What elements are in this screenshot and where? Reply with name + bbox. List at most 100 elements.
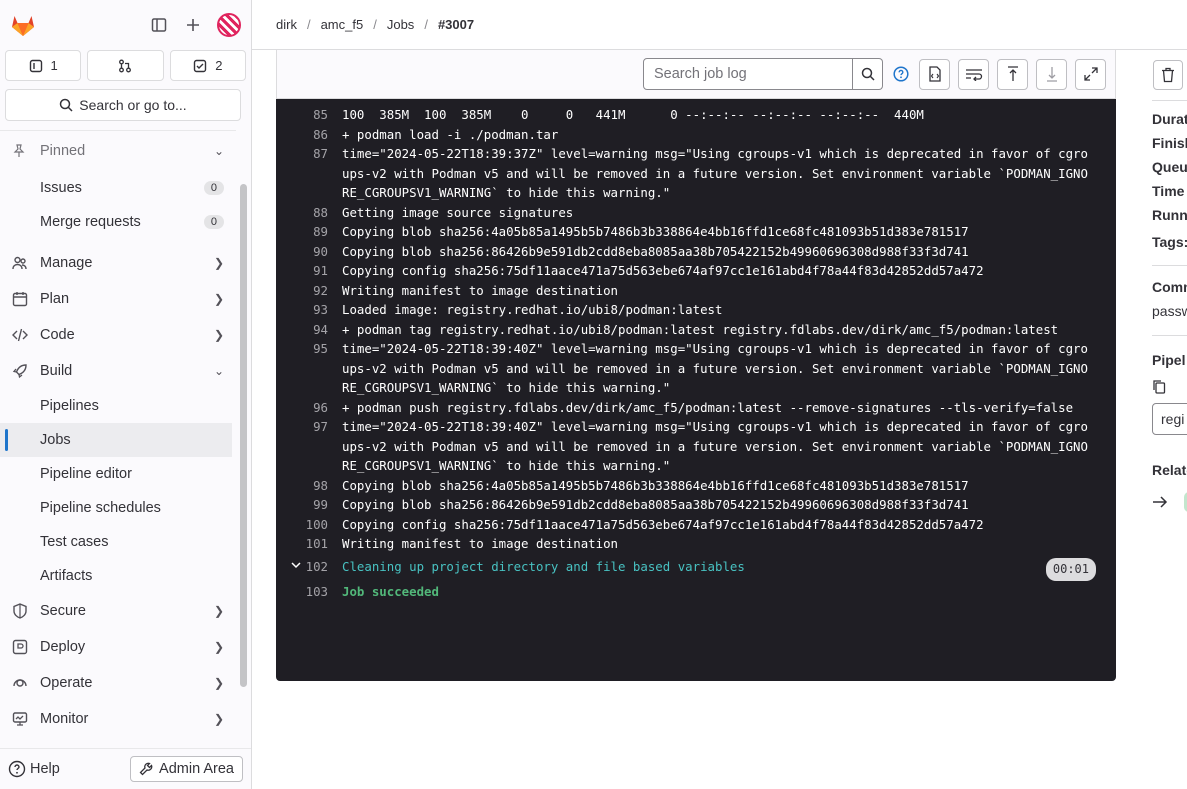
log-line: 96 + podman push registry.fdlabs.dev/dirk… bbox=[276, 398, 1116, 418]
sidebar-scrollbar[interactable] bbox=[240, 184, 247, 687]
chevron-right-icon: ❯ bbox=[213, 292, 224, 306]
code-icon bbox=[12, 327, 30, 343]
line-text: Copying blob sha256:86426b9e591db2cdd8eb… bbox=[342, 497, 969, 512]
sidebar-item-merge-requests[interactable]: Merge requests 0 bbox=[0, 205, 236, 239]
search-icon bbox=[60, 98, 73, 112]
sidebar-item-monitor[interactable]: Monitor ❯ bbox=[0, 701, 236, 737]
plus-icon[interactable] bbox=[183, 15, 203, 35]
sidebar-item-code[interactable]: Code ❯ bbox=[0, 317, 236, 353]
sidebar-item-plan[interactable]: Plan ❯ bbox=[0, 281, 236, 317]
line-number[interactable]: 90 bbox=[276, 242, 342, 262]
pipeline-stage-select[interactable]: regi bbox=[1152, 403, 1187, 435]
line-number[interactable]: 101 bbox=[276, 534, 342, 554]
log-section-line[interactable]: 102 Cleaning up project directory and fi… bbox=[276, 557, 1116, 581]
line-number[interactable]: 85 bbox=[276, 105, 342, 125]
line-number[interactable]: 89 bbox=[276, 222, 342, 242]
chevron-down-icon[interactable] bbox=[290, 557, 302, 577]
log-help-icon[interactable] bbox=[891, 66, 911, 82]
sidebar-item-issues[interactable]: Issues 0 bbox=[0, 171, 236, 205]
maximize-icon bbox=[1083, 67, 1098, 81]
pinned-section-header[interactable]: Pinned ⌄ bbox=[0, 131, 236, 171]
erase-job-button[interactable] bbox=[1153, 60, 1183, 90]
issues-badge: 0 bbox=[203, 181, 224, 195]
help-button[interactable]: Help bbox=[8, 760, 60, 778]
line-text: Writing manifest to image destination bbox=[342, 282, 619, 298]
log-line: 94 + podman tag registry.redhat.io/ubi8/p… bbox=[276, 320, 1116, 340]
breadcrumb-item-jobs[interactable]: Jobs bbox=[387, 17, 414, 32]
search-job-log-button[interactable] bbox=[853, 58, 883, 90]
todos-button[interactable]: 2 bbox=[169, 50, 246, 81]
related-jobs-label: Relate bbox=[1152, 462, 1187, 478]
line-number[interactable]: 94 bbox=[276, 320, 342, 340]
sidebar-item-pipeline-schedules[interactable]: Pipeline schedules bbox=[0, 491, 236, 525]
sidebar-item-secure[interactable]: Secure ❯ bbox=[0, 593, 236, 629]
line-number[interactable]: 91 bbox=[276, 261, 342, 281]
line-number[interactable]: 92 bbox=[276, 281, 342, 301]
users-icon bbox=[12, 255, 30, 271]
line-number[interactable]: 86 bbox=[276, 125, 342, 145]
line-number[interactable]: 98 bbox=[276, 476, 342, 496]
line-text: time="2024-05-22T18:39:40Z" level=warnin… bbox=[342, 341, 1088, 395]
finished-label: Finish bbox=[1152, 135, 1187, 151]
breadcrumb-item-job-id[interactable]: #3007 bbox=[438, 17, 474, 32]
sidebar-item-manage[interactable]: Manage ❯ bbox=[0, 245, 236, 281]
sidebar-item-label: Merge requests bbox=[40, 214, 141, 230]
merge-requests-badge: 0 bbox=[203, 215, 224, 229]
sidebar-item-jobs[interactable]: Jobs bbox=[0, 423, 232, 457]
line-text: Loaded image: registry.redhat.io/ubi8/po… bbox=[342, 302, 723, 317]
sidebar-item-label: Pipeline editor bbox=[40, 466, 132, 482]
sidebar-item-build[interactable]: Build ⌄ bbox=[0, 353, 236, 389]
search-job-log-input[interactable] bbox=[643, 58, 853, 90]
line-number[interactable]: 93 bbox=[276, 300, 342, 320]
fullscreen-button[interactable] bbox=[1075, 58, 1106, 90]
line-number[interactable]: 95 bbox=[276, 339, 342, 398]
runner-label: Runn bbox=[1152, 207, 1187, 223]
line-number[interactable]: 87 bbox=[276, 144, 342, 203]
search-or-go-to-button[interactable]: Search or go to... bbox=[5, 89, 241, 121]
merge-request-icon bbox=[119, 59, 132, 72]
line-text: Copying config sha256:75df11aace471a75d5… bbox=[342, 516, 984, 532]
gitlab-logo-icon[interactable] bbox=[10, 12, 36, 38]
breadcrumb-item-group[interactable]: dirk bbox=[276, 17, 297, 32]
sidebar-item-operate[interactable]: Operate ❯ bbox=[0, 665, 236, 701]
sidebar-item-label: Plan bbox=[40, 291, 70, 307]
log-line: 89 Copying blob sha256:4a05b85a1495b5b748… bbox=[276, 222, 1116, 242]
divider bbox=[1152, 265, 1187, 266]
commit-message[interactable]: passw bbox=[1152, 303, 1187, 319]
line-number[interactable]: 88 bbox=[276, 203, 342, 223]
sidebar-item-test-cases[interactable]: Test cases bbox=[0, 525, 236, 559]
wrench-icon bbox=[139, 762, 153, 776]
scroll-to-top-button[interactable] bbox=[997, 58, 1028, 90]
sidebar-item-pipelines[interactable]: Pipelines bbox=[0, 389, 236, 423]
log-line: 103 Job succeeded bbox=[276, 582, 1116, 602]
copy-icon[interactable] bbox=[1152, 379, 1166, 398]
sidebar-item-pipeline-editor[interactable]: Pipeline editor bbox=[0, 457, 236, 491]
log-line: 91 Copying config sha256:75df11aace471a75… bbox=[276, 261, 1116, 281]
line-number[interactable]: 100 bbox=[276, 515, 342, 535]
log-line: 90 Copying blob sha256:86426b9e591db2cdd8… bbox=[276, 242, 1116, 262]
toggle-wrap-button[interactable] bbox=[958, 58, 989, 90]
breadcrumb-separator: / bbox=[306, 17, 311, 32]
line-number[interactable]: 102 bbox=[276, 557, 342, 577]
admin-area-button[interactable]: Admin Area bbox=[130, 756, 243, 782]
help-icon bbox=[8, 760, 26, 778]
log-line: 101 Writing manifest to image destination bbox=[276, 534, 1116, 554]
breadcrumb-item-project[interactable]: amc_f5 bbox=[321, 17, 364, 32]
line-number[interactable]: 97 bbox=[276, 417, 342, 476]
scroll-down-icon bbox=[1046, 67, 1057, 82]
sidebar-item-artifacts[interactable]: Artifacts bbox=[0, 559, 236, 593]
sidebar-item-label: Monitor bbox=[40, 711, 89, 727]
breadcrumb: dirk / amc_f5 / Jobs / #3007 bbox=[252, 0, 1187, 50]
toggle-sidebar-icon[interactable] bbox=[149, 15, 169, 35]
scroll-to-bottom-button[interactable] bbox=[1036, 58, 1067, 90]
sidebar-item-label: Operate bbox=[40, 675, 93, 691]
merge-requests-button[interactable] bbox=[87, 50, 164, 81]
show-raw-button[interactable] bbox=[919, 58, 950, 90]
sidebar-item-deploy[interactable]: Deploy ❯ bbox=[0, 629, 236, 665]
counts-row: 1 2 bbox=[0, 50, 251, 81]
line-number[interactable]: 96 bbox=[276, 398, 342, 418]
line-number[interactable]: 99 bbox=[276, 495, 342, 515]
avatar[interactable] bbox=[217, 13, 241, 37]
assigned-issues-button[interactable]: 1 bbox=[5, 50, 82, 81]
line-number[interactable]: 103 bbox=[276, 582, 342, 602]
